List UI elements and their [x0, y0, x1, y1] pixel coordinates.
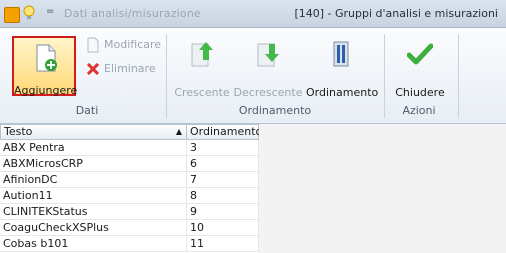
cell-testo: CLINITEKStatus: [0, 204, 187, 220]
column-header-testo-label: Testo: [4, 125, 33, 138]
cell-testo: CoaguCheckXSPlus: [0, 220, 187, 236]
sort-descending-icon: [257, 43, 279, 67]
sort-button-label: Ordinamento: [306, 86, 379, 99]
cell-testo: Aution11: [0, 188, 187, 204]
sort-order-icon: [333, 41, 349, 67]
column-header-ordinamento-label: Ordinamento: [190, 125, 263, 138]
cell-testo: Cobas b101: [0, 236, 187, 252]
table-row[interactable]: Aution11 8: [0, 188, 259, 204]
edit-button-label: Modificare: [104, 38, 162, 51]
empty-grid-area: [259, 124, 506, 253]
add-button[interactable]: Aggiungere: [12, 36, 78, 97]
table-row[interactable]: CoaguCheckXSPlus 10: [0, 220, 259, 236]
table-row[interactable]: CLINITEKStatus 9: [0, 204, 259, 220]
close-button[interactable]: Chiudere: [389, 38, 451, 99]
group-label-ordinamento: Ordinamento: [238, 104, 312, 117]
group-separator: [166, 34, 167, 118]
descending-button-label: Decrescente: [233, 86, 303, 99]
sort-ascending-icon: [191, 42, 213, 67]
add-button-label: Aggiungere: [14, 84, 78, 97]
delete-button-label: Eliminare: [104, 62, 156, 75]
ascending-button[interactable]: Crescente: [171, 38, 233, 99]
ribbon: Aggiungere Modificare Eliminare Dati Cre…: [0, 28, 506, 124]
window-title: [140] - Gruppi d'analisi e misurazioni: [294, 7, 498, 20]
ascending-button-label: Crescente: [174, 86, 230, 99]
column-header-ordinamento[interactable]: Ordinamento: [186, 124, 263, 140]
group-separator: [384, 34, 385, 118]
cell-ordinamento: 11: [187, 236, 259, 252]
cell-testo: ABXMicrosCRP: [0, 156, 187, 172]
cell-ordinamento: 9: [187, 204, 259, 220]
group-label-dati: Dati: [75, 104, 99, 117]
close-button-label: Chiudere: [395, 86, 445, 99]
group-label-azioni: Azioni: [402, 104, 436, 117]
delete-x-icon: [87, 63, 99, 75]
cell-ordinamento: 7: [187, 172, 259, 188]
delete-button[interactable]: Eliminare: [86, 60, 160, 78]
lightbulb-icon[interactable]: [22, 5, 36, 21]
cell-ordinamento: 3: [187, 140, 259, 156]
cell-ordinamento: 6: [187, 156, 259, 172]
table-row[interactable]: AfinionDC 7: [0, 172, 259, 188]
data-grid: Testo ▲ Ordinamento ABX Pentra 3 ABXMicr…: [0, 124, 506, 253]
sort-ascending-indicator-icon: ▲: [175, 127, 182, 136]
checkmark-icon: [407, 43, 433, 65]
table-row[interactable]: ABX Pentra 3: [0, 140, 259, 156]
edit-document-icon: [87, 37, 99, 53]
app-icon[interactable]: [4, 7, 20, 23]
descending-button[interactable]: Decrescente: [233, 38, 303, 99]
window-subtitle: Dati analisi/misurazione: [64, 7, 201, 20]
cell-ordinamento: 10: [187, 220, 259, 236]
cell-testo: AfinionDC: [0, 172, 187, 188]
quick-access-menu[interactable]: =: [46, 6, 54, 17]
edit-button[interactable]: Modificare: [86, 36, 162, 54]
table-row[interactable]: Cobas b101 11: [0, 236, 259, 252]
cell-ordinamento: 8: [187, 188, 259, 204]
title-bar: = Dati analisi/misurazione [140] - Grupp…: [0, 0, 506, 28]
add-document-icon: [36, 44, 57, 72]
sort-button[interactable]: Ordinamento: [306, 38, 379, 99]
group-separator: [458, 34, 459, 118]
cell-testo: ABX Pentra: [0, 140, 187, 156]
column-header-testo[interactable]: Testo ▲: [0, 124, 187, 140]
table-row[interactable]: ABXMicrosCRP 6: [0, 156, 259, 172]
